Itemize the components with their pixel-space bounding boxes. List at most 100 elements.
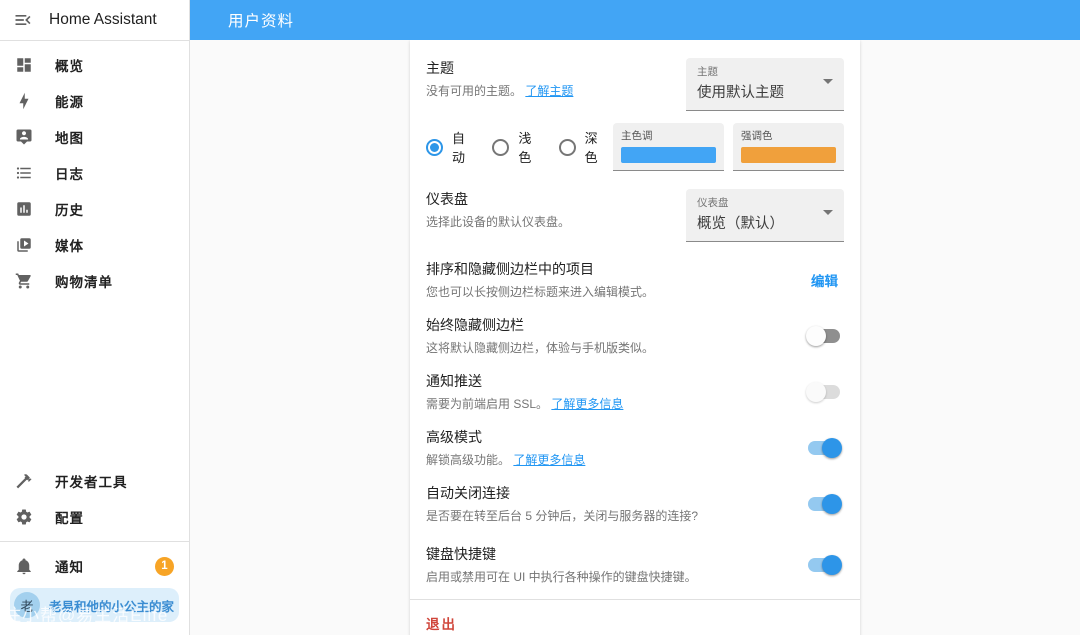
sidebar-edit-row: 排序和隐藏侧边栏中的项目 您也可以长按侧边栏标题来进入编辑模式。 编辑: [410, 252, 860, 308]
theme-options-row: 自动 浅色 深色 主色调 强调色: [410, 111, 860, 185]
toggle-thumb: [822, 438, 842, 458]
push-notifications-help-link[interactable]: 了解更多信息: [551, 397, 623, 411]
sidebar: Home Assistant 概览 能源 地图 日志: [0, 0, 190, 635]
keyboard-shortcuts-title: 键盘快捷键: [426, 544, 794, 564]
hide-sidebar-toggle[interactable]: [806, 326, 842, 346]
bell-icon: [15, 557, 33, 575]
radio-theme-dark[interactable]: 深色: [559, 128, 604, 166]
advanced-mode-title: 高级模式: [426, 427, 794, 447]
view-dashboard-icon: [15, 56, 33, 74]
auto-close-title: 自动关闭连接: [426, 483, 794, 503]
advanced-mode-description: 解锁高级功能。 了解更多信息: [426, 452, 794, 469]
sidebar-profile[interactable]: 老 老易和他的小公主的家: [10, 588, 179, 622]
hide-sidebar-text: 始终隐藏侧边栏 这将默认隐藏侧边栏，体验与手机版类似。: [426, 315, 806, 357]
sidebar-item-label: 地图: [55, 127, 84, 147]
dashboard-description: 选择此设备的默认仪表盘。: [426, 214, 570, 231]
toggle-thumb: [806, 326, 826, 346]
sidebar-item-energy[interactable]: 能源: [0, 83, 189, 119]
theme-description-text: 没有可用的主题。: [426, 84, 522, 98]
hide-sidebar-title: 始终隐藏侧边栏: [426, 315, 794, 335]
radio-unselected-icon: [559, 139, 576, 156]
notification-badge: 1: [155, 557, 174, 576]
sidebar-edit-title: 排序和隐藏侧边栏中的项目: [426, 259, 793, 279]
theme-help-link[interactable]: 了解主题: [525, 84, 573, 98]
hide-sidebar-row: 始终隐藏侧边栏 这将默认隐藏侧边栏，体验与手机版类似。: [410, 308, 860, 364]
sidebar-item-overview[interactable]: 概览: [0, 47, 189, 83]
format-list-bulleted-icon: [15, 164, 33, 182]
app-window: Home Assistant 概览 能源 地图 日志: [0, 0, 1080, 635]
hammer-icon: [15, 472, 33, 490]
dashboard-select[interactable]: 仪表盘 概览（默认）: [686, 189, 844, 242]
auto-close-toggle[interactable]: [806, 494, 842, 514]
theme-select-value: 使用默认主题: [697, 81, 833, 102]
radio-label: 浅色: [518, 128, 537, 166]
sidebar-item-label: 通知: [55, 556, 84, 576]
sidebar-item-notifications[interactable]: 通知 1: [0, 548, 189, 584]
menu-open-icon[interactable]: [13, 10, 33, 30]
chevron-down-icon: [823, 210, 833, 215]
sidebar-notifications-section: 通知 1: [0, 548, 189, 584]
push-notifications-toggle[interactable]: [806, 382, 842, 402]
toggle-thumb: [822, 494, 842, 514]
auto-close-description: 是否要在转至后台 5 分钟后，关闭与服务器的连接?: [426, 508, 794, 525]
chevron-down-icon: [823, 79, 833, 84]
push-notifications-description: 需要为前端启用 SSL。 了解更多信息: [426, 396, 794, 413]
radio-selected-icon: [426, 139, 443, 156]
primary-color-label: 主色调: [621, 128, 716, 143]
sidebar-divider: [0, 541, 189, 542]
profile-name: 老易和他的小公主的家: [49, 596, 174, 615]
play-box-multiple-icon: [15, 236, 33, 254]
advanced-mode-help-link[interactable]: 了解更多信息: [513, 453, 585, 467]
sidebar-nav: 概览 能源 地图 日志 历史: [0, 41, 189, 299]
advanced-mode-toggle[interactable]: [806, 438, 842, 458]
sidebar-edit-description: 您也可以长按侧边栏标题来进入编辑模式。: [426, 284, 793, 301]
theme-select-label: 主题: [697, 64, 833, 79]
app-header: 用户资料: [190, 0, 1080, 40]
theme-select[interactable]: 主题 使用默认主题: [686, 58, 844, 111]
sidebar-item-logbook[interactable]: 日志: [0, 155, 189, 191]
accent-color-picker[interactable]: 强调色: [733, 123, 844, 171]
sidebar-item-history[interactable]: 历史: [0, 191, 189, 227]
push-notifications-title: 通知推送: [426, 371, 794, 391]
sidebar-item-label: 历史: [55, 199, 84, 219]
sidebar-item-media[interactable]: 媒体: [0, 227, 189, 263]
sidebar-item-label: 能源: [55, 91, 84, 111]
radio-theme-auto[interactable]: 自动: [426, 128, 471, 166]
radio-label: 自动: [452, 128, 471, 166]
toggle-thumb: [822, 555, 842, 575]
sidebar-item-configuration[interactable]: 配置: [0, 499, 189, 535]
accent-color-label: 强调色: [741, 128, 836, 143]
dashboard-section: 仪表盘 选择此设备的默认仪表盘。 仪表盘 概览（默认）: [410, 185, 860, 252]
app-title: Home Assistant: [49, 11, 157, 29]
page-title: 用户资料: [228, 9, 294, 31]
sidebar-item-developer-tools[interactable]: 开发者工具: [0, 463, 189, 499]
main-content: 主题 没有可用的主题。 了解主题 主题 使用默认主题 自动: [190, 40, 1080, 635]
advanced-mode-text: 高级模式 解锁高级功能。 了解更多信息: [426, 427, 806, 469]
sidebar-item-label: 媒体: [55, 235, 84, 255]
sidebar-nav-bottom: 开发者工具 配置: [0, 463, 189, 535]
logout-button[interactable]: 退出: [426, 613, 457, 633]
sidebar-item-label: 日志: [55, 163, 84, 183]
sidebar-item-shopping-list[interactable]: 购物清单: [0, 263, 189, 299]
lightning-bolt-icon: [15, 92, 33, 110]
keyboard-shortcuts-row: 键盘快捷键 启用或禁用可在 UI 中执行各种操作的键盘快捷键。: [410, 537, 860, 593]
sidebar-spacer: [0, 299, 189, 463]
primary-color-swatch: [621, 147, 716, 163]
sidebar-item-map[interactable]: 地图: [0, 119, 189, 155]
primary-color-picker[interactable]: 主色调: [613, 123, 724, 171]
auto-close-text: 自动关闭连接 是否要在转至后台 5 分钟后，关闭与服务器的连接?: [426, 483, 806, 525]
toggle-thumb: [806, 382, 826, 402]
radio-theme-light[interactable]: 浅色: [492, 128, 537, 166]
keyboard-shortcuts-description: 启用或禁用可在 UI 中执行各种操作的键盘快捷键。: [426, 569, 794, 586]
dashboard-text: 仪表盘 选择此设备的默认仪表盘。: [426, 189, 570, 231]
edit-button[interactable]: 编辑: [805, 266, 844, 294]
hide-sidebar-description: 这将默认隐藏侧边栏，体验与手机版类似。: [426, 340, 794, 357]
theme-section: 主题 没有可用的主题。 了解主题 主题 使用默认主题: [410, 58, 860, 111]
keyboard-shortcuts-text: 键盘快捷键 启用或禁用可在 UI 中执行各种操作的键盘快捷键。: [426, 544, 806, 586]
gear-icon: [15, 508, 33, 526]
advanced-mode-row: 高级模式 解锁高级功能。 了解更多信息: [410, 420, 860, 476]
cart-icon: [15, 272, 33, 290]
dashboard-select-value: 概览（默认）: [697, 212, 833, 233]
sidebar-item-label: 购物清单: [55, 271, 113, 291]
keyboard-shortcuts-toggle[interactable]: [806, 555, 842, 575]
